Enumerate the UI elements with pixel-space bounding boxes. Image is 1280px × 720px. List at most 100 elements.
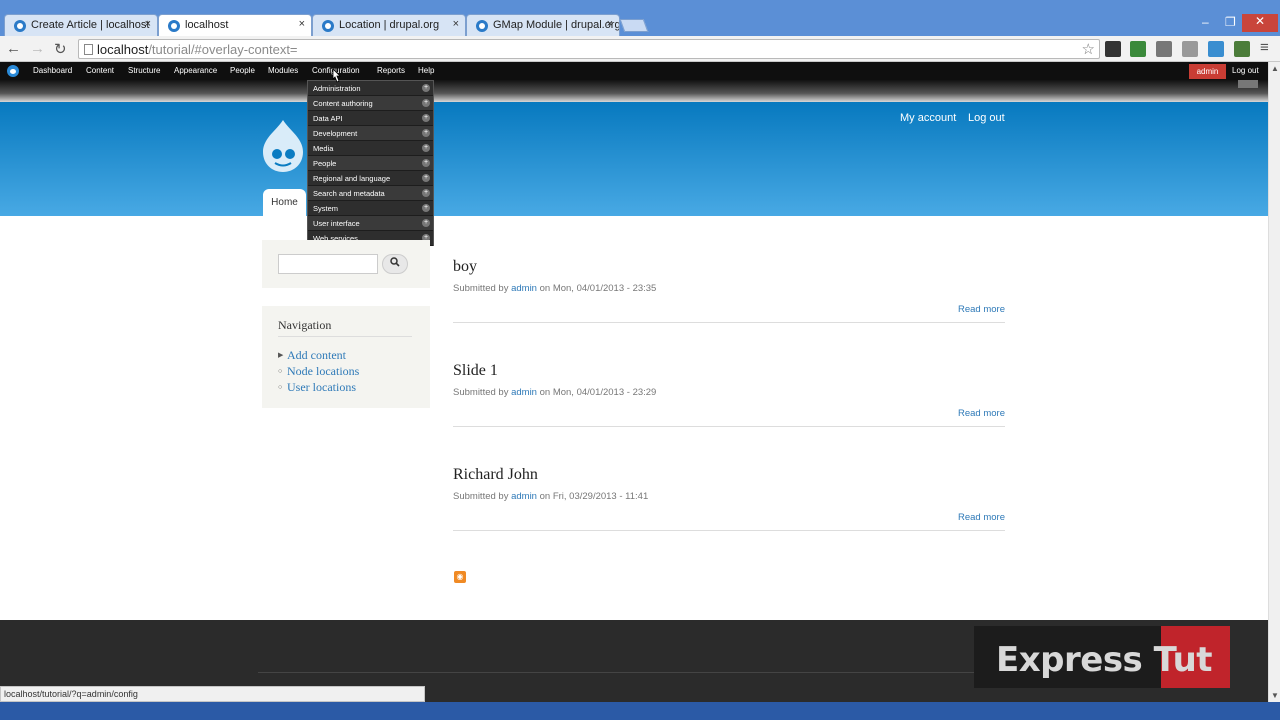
mouse-cursor-icon — [332, 68, 341, 83]
expand-icon[interactable]: + — [422, 159, 430, 167]
config-menu-user-interface[interactable]: User interface + — [308, 216, 433, 231]
shortcut-bar — [0, 80, 1268, 102]
drupal-home-icon[interactable] — [7, 65, 19, 77]
forward-icon[interactable]: → — [30, 40, 45, 57]
admin-menu-structure[interactable]: Structure — [128, 66, 160, 75]
read-more-link[interactable]: Read more — [958, 408, 1005, 419]
expand-icon[interactable]: + — [422, 114, 430, 122]
admin-menu-dashboard[interactable]: Dashboard — [33, 66, 72, 75]
admin-user-link[interactable]: admin — [1189, 64, 1226, 79]
divider — [453, 426, 1005, 427]
extension-icon[interactable] — [1130, 41, 1146, 57]
back-icon[interactable]: ← — [6, 40, 21, 57]
scroll-up-icon[interactable]: ▲ — [1271, 64, 1279, 73]
tab-gmap-module[interactable]: GMap Module | drupal.org × — [466, 14, 620, 36]
nav-node-locations-link[interactable]: Node locations — [287, 364, 359, 379]
search-block — [262, 240, 430, 288]
reload-icon[interactable]: ↻ — [54, 40, 67, 58]
expand-icon[interactable]: + — [422, 204, 430, 212]
expand-icon[interactable]: + — [422, 174, 430, 182]
article-teaser: Richard John Submitted by admin on Fri, … — [453, 466, 1005, 570]
extension-icon[interactable] — [1208, 41, 1224, 57]
expand-icon[interactable]: + — [422, 219, 430, 227]
config-menu-search-metadata[interactable]: Search and metadata + — [308, 186, 433, 201]
admin-menu-modules[interactable]: Modules — [268, 66, 298, 75]
close-tab-icon[interactable]: × — [607, 18, 613, 30]
article-teaser: boy Submitted by admin on Mon, 04/01/201… — [453, 258, 1005, 362]
admin-menu-people[interactable]: People — [230, 66, 255, 75]
minimize-icon[interactable]: – — [1202, 15, 1209, 29]
read-more-link[interactable]: Read more — [958, 512, 1005, 523]
author-link[interactable]: admin — [511, 491, 537, 502]
tab-create-article[interactable]: Create Article | localhost × — [4, 14, 158, 36]
nav-user-locations-link[interactable]: User locations — [287, 380, 356, 395]
configuration-dropdown: Administration + Content authoring + Data … — [307, 80, 434, 246]
config-menu-regional-language[interactable]: Regional and language + — [308, 171, 433, 186]
page-scrollbar[interactable]: ▲ ▼ — [1268, 62, 1280, 702]
article-title-link[interactable]: Richard John — [453, 466, 538, 484]
config-menu-development[interactable]: Development + — [308, 126, 433, 141]
admin-menu-help[interactable]: Help — [418, 66, 434, 75]
admin-menu-reports[interactable]: Reports — [377, 66, 405, 75]
extension-icon[interactable] — [1182, 41, 1198, 57]
close-tab-icon[interactable]: × — [145, 18, 151, 30]
config-menu-people[interactable]: People + — [308, 156, 433, 171]
config-menu-content-authoring[interactable]: Content authoring + — [308, 96, 433, 111]
browser-tab-strip: Create Article | localhost × localhost ×… — [0, 0, 1280, 36]
read-more-link[interactable]: Read more — [958, 304, 1005, 315]
expand-icon[interactable]: + — [422, 189, 430, 197]
tab-title: localhost — [185, 19, 229, 31]
expand-icon[interactable]: + — [422, 84, 430, 92]
author-link[interactable]: admin — [511, 387, 537, 398]
article-title-link[interactable]: boy — [453, 258, 477, 276]
new-tab-button[interactable] — [619, 19, 649, 32]
drupal-favicon-icon — [14, 20, 26, 32]
tab-location-drupal[interactable]: Location | drupal.org × — [312, 14, 466, 36]
article-teaser: Slide 1 Submitted by admin on Mon, 04/01… — [453, 362, 1005, 466]
admin-menu-content[interactable]: Content — [86, 66, 114, 75]
article-title-link[interactable]: Slide 1 — [453, 362, 498, 380]
config-menu-media[interactable]: Media + — [308, 141, 433, 156]
maximize-icon[interactable]: ❐ — [1225, 15, 1236, 29]
author-link[interactable]: admin — [511, 283, 537, 294]
leaf-bullet-icon: ○ — [278, 384, 283, 391]
navigation-title: Navigation — [278, 318, 332, 332]
windows-taskbar — [0, 702, 1280, 720]
main-menu-home[interactable]: Home — [263, 189, 306, 217]
page-icon — [84, 44, 93, 55]
extension-icon[interactable] — [1105, 41, 1121, 57]
search-button[interactable] — [382, 254, 408, 274]
rss-feed-icon[interactable]: ◉ — [454, 571, 466, 583]
expand-icon[interactable]: + — [422, 129, 430, 137]
config-menu-administration[interactable]: Administration + — [308, 81, 433, 96]
expand-icon[interactable]: + — [422, 144, 430, 152]
article-submitted: Submitted by admin on Mon, 04/01/2013 - … — [453, 283, 657, 294]
collapsed-arrow-icon: ▶ — [278, 352, 284, 359]
my-account-link[interactable]: My account — [900, 112, 956, 124]
scroll-down-icon[interactable]: ▼ — [1271, 691, 1279, 700]
bookmark-star-icon[interactable]: ☆ — [1082, 40, 1095, 58]
tab-localhost[interactable]: localhost × — [158, 14, 312, 36]
close-tab-icon[interactable]: × — [453, 18, 459, 30]
status-bar-url: localhost/tutorial/?q=admin/config — [0, 686, 425, 702]
address-bar[interactable]: localhost/tutorial/#overlay-context= ☆ — [78, 39, 1100, 59]
config-menu-data-api[interactable]: Data API + — [308, 111, 433, 126]
site-header: localhost My account Log out Home — [0, 102, 1268, 217]
admin-logout-link[interactable]: Log out — [1232, 66, 1259, 75]
nav-add-content-link[interactable]: Add content — [287, 348, 346, 363]
drupal-logo-icon[interactable] — [259, 118, 307, 174]
expresstut-watermark: Express Tut — [974, 626, 1230, 688]
menu-icon[interactable]: ≡ — [1260, 39, 1269, 56]
logout-link[interactable]: Log out — [968, 112, 1005, 124]
close-tab-icon[interactable]: × — [299, 18, 305, 30]
toggle-shortcuts-handle[interactable] — [1238, 80, 1258, 88]
extension-icon[interactable] — [1234, 41, 1250, 57]
config-menu-system[interactable]: System + — [308, 201, 433, 216]
search-input[interactable] — [278, 254, 378, 274]
extension-icon[interactable] — [1156, 41, 1172, 57]
article-submitted: Submitted by admin on Mon, 04/01/2013 - … — [453, 387, 657, 398]
admin-menu-appearance[interactable]: Appearance — [174, 66, 217, 75]
window-close-icon[interactable]: ✕ — [1242, 14, 1278, 32]
expand-icon[interactable]: + — [422, 99, 430, 107]
divider — [258, 672, 1008, 673]
